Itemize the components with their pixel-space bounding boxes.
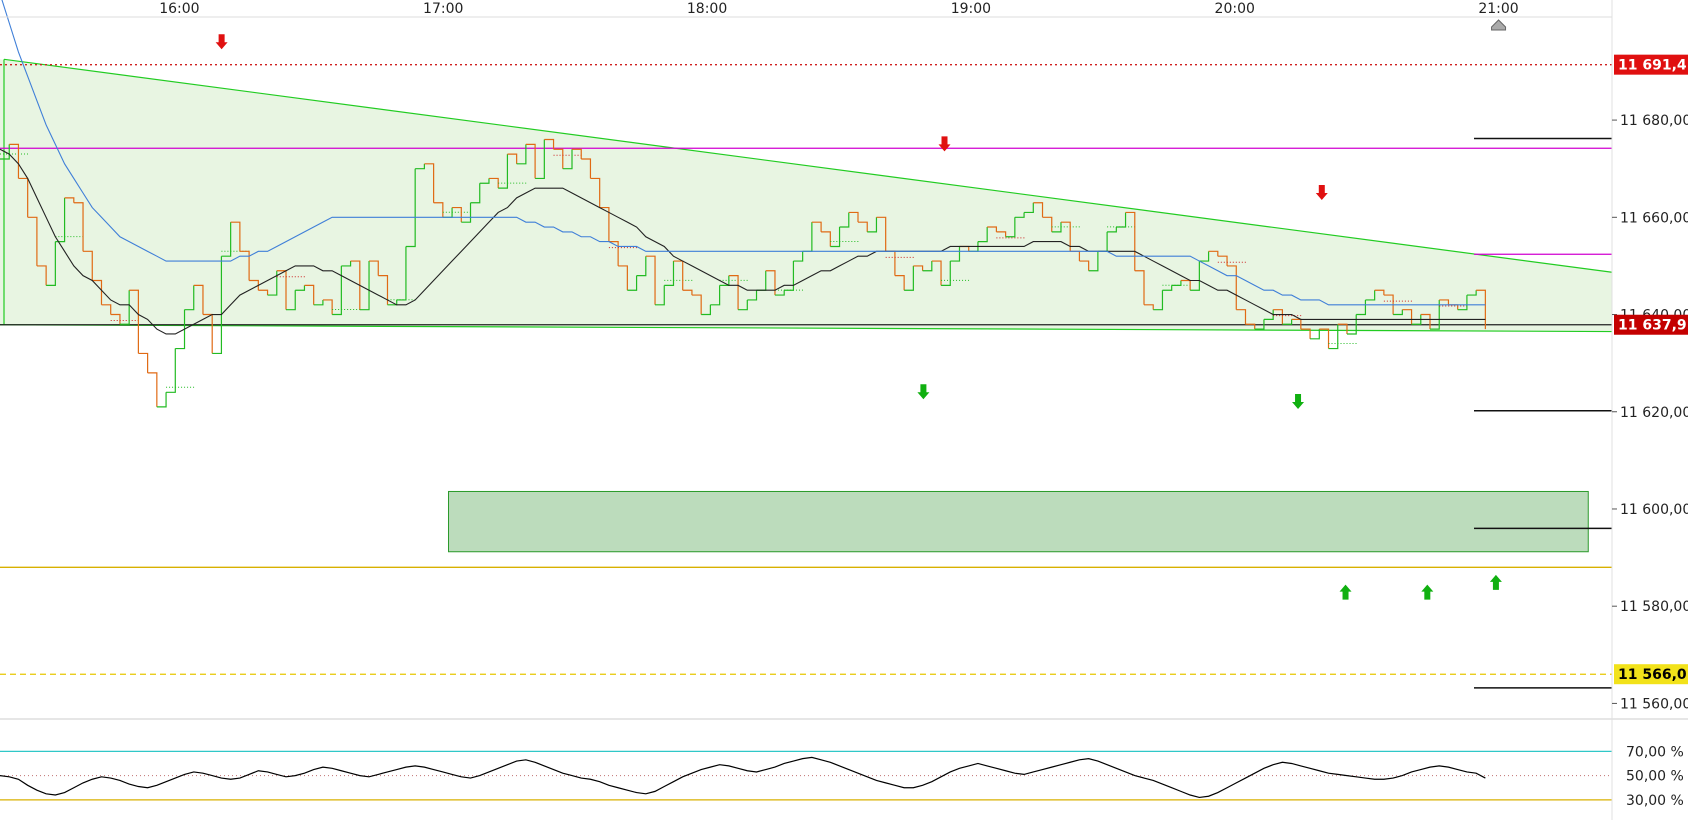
x-tick-label: 19:00 <box>951 1 991 17</box>
y-tick-label: 11 660,00 <box>1620 210 1688 226</box>
x-tick-label: 18:00 <box>687 1 727 17</box>
chart: 16:00 17:00 18:00 19:00 20:00 21:00 11 680,00 1… <box>0 0 1688 820</box>
x-tick-label: 20:00 <box>1215 1 1255 17</box>
price-badge-label: 11 637,9 <box>1618 318 1687 334</box>
price-badge-label: 11 691,4 <box>1618 58 1687 74</box>
rsi-tick-label: 30,00 % <box>1626 793 1684 809</box>
y-tick-label: 11 580,00 <box>1620 599 1688 615</box>
y-tick-label: 11 680,00 <box>1620 113 1688 129</box>
y-tick-label: 11 560,00 <box>1620 696 1688 712</box>
rsi-tick-label: 50,00 % <box>1626 769 1684 785</box>
x-tick-label: 21:00 <box>1478 1 1518 17</box>
y-tick-label: 11 600,00 <box>1620 502 1688 518</box>
y-tick-label: 11 620,00 <box>1620 405 1688 421</box>
rsi-tick-label: 70,00 % <box>1626 744 1684 760</box>
x-tick-label: 16:00 <box>159 1 199 17</box>
x-tick-label: 17:00 <box>423 1 463 17</box>
zone-rect <box>448 490 1589 553</box>
price-badge-label: 11 566,01 <box>1618 667 1688 683</box>
